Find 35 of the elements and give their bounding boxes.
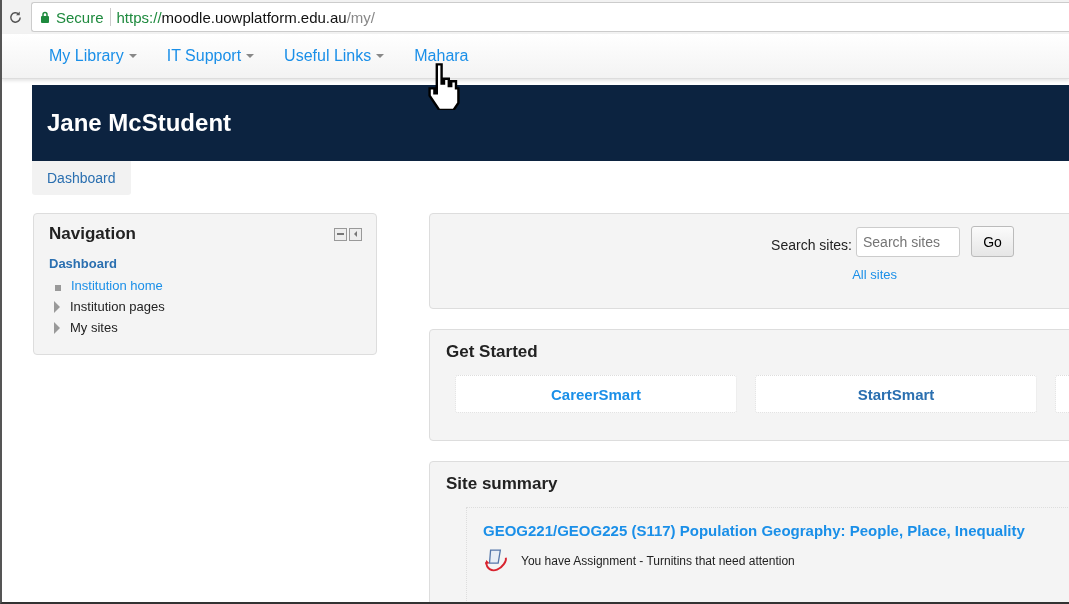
nav-item[interactable]: My sites (70, 320, 118, 335)
lock-icon (40, 11, 50, 23)
menu-item[interactable]: Mahara (414, 47, 469, 65)
expand-arrow-icon[interactable] (54, 321, 60, 334)
minimize-icon[interactable] (334, 227, 347, 241)
course-link[interactable]: GEOG221/GEOG225 (S117) Population Geography: People, Place, Inequality (483, 522, 1025, 539)
search-field[interactable]: Search sites (856, 226, 960, 257)
url-text: https://moodle.uowplatform.edu.au/my/ (116, 8, 376, 26)
go-button[interactable]: Go (971, 226, 1014, 257)
search-label: Search sites: (771, 236, 852, 253)
nav-item[interactable]: Institution pages (70, 299, 165, 314)
menu-item[interactable]: IT Support (166, 47, 255, 65)
panel-title: Navigation (49, 224, 136, 244)
caret-icon (246, 54, 255, 58)
address-bar[interactable]: Secure https://moodle.uowplatform.edu.au/my/ (31, 2, 1069, 32)
caret-icon (376, 54, 385, 58)
panel-title: Get Started (446, 342, 539, 362)
panel-title: Site summary (446, 474, 559, 494)
expand-arrow-icon[interactable] (54, 300, 60, 313)
nav-link[interactable]: Dashboard (49, 256, 117, 271)
all-sites-link[interactable]: All sites (852, 267, 897, 282)
notice-text: You have Assignment - Turnitins that need attention (521, 554, 795, 568)
breadcrumb-link[interactable]: Dashboard (32, 161, 131, 195)
dock-icon[interactable] (349, 227, 362, 241)
tile-link[interactable]: StartSmart (755, 375, 1037, 413)
assignment-icon (483, 548, 509, 574)
bullet-icon (55, 285, 61, 291)
tile-link[interactable]: CareerSmart (455, 375, 737, 413)
menu-item[interactable]: Useful Links (284, 47, 385, 65)
reload-icon[interactable] (8, 9, 23, 25)
user-name-heading: Jane McStudent (47, 109, 232, 137)
menu-item[interactable]: My Library (49, 47, 137, 65)
nav-item[interactable]: Institution home (71, 278, 163, 293)
secure-label: Secure (56, 8, 104, 26)
caret-icon (128, 54, 137, 58)
